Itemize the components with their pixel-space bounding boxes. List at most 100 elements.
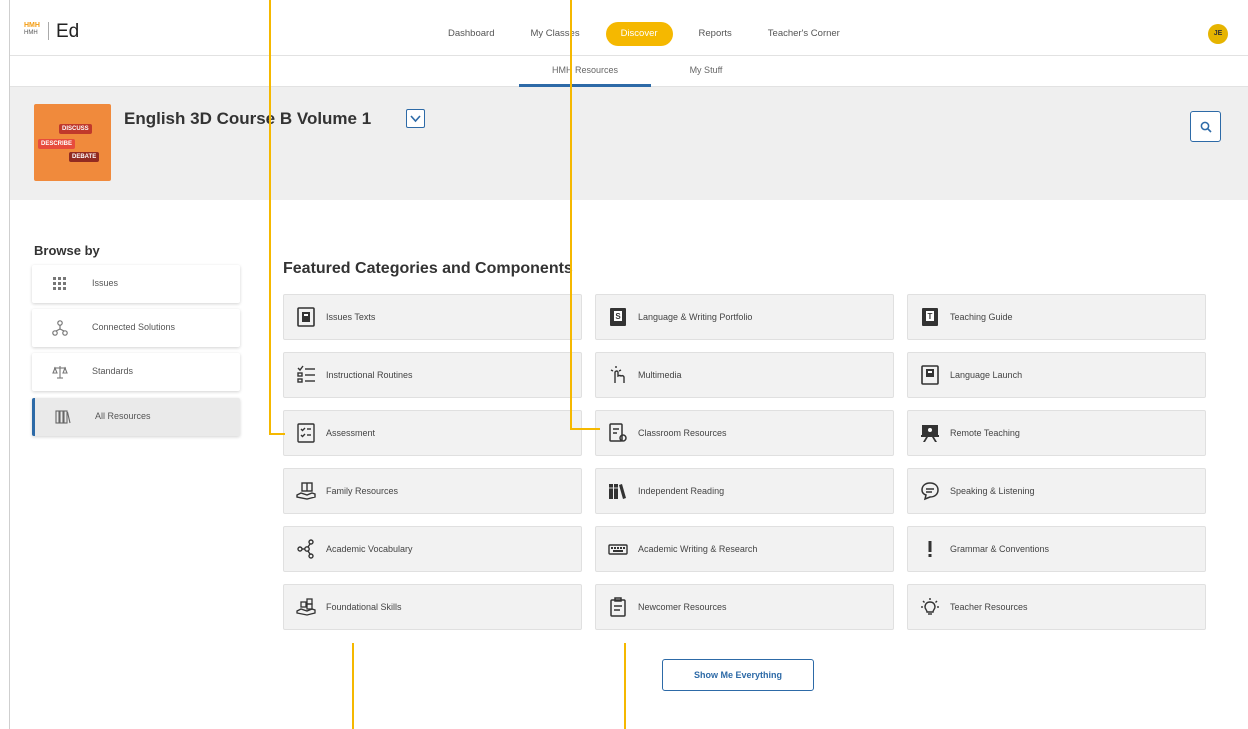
card-label: Issues Texts bbox=[326, 312, 376, 322]
card-label: Family Resources bbox=[326, 486, 399, 496]
speech-bubble-icon bbox=[921, 482, 939, 501]
app-title: Ed bbox=[56, 21, 80, 42]
cover-tag-describe: DESCRIBE bbox=[38, 139, 76, 149]
search-button[interactable] bbox=[1190, 111, 1221, 142]
sidebar-item-standards[interactable]: Standards bbox=[32, 353, 240, 391]
lightbulb-icon bbox=[921, 598, 939, 615]
svg-text:S: S bbox=[615, 312, 621, 321]
card-label: Teaching Guide bbox=[950, 312, 1013, 322]
card-label: Independent Reading bbox=[638, 486, 725, 496]
card-label: Assessment bbox=[326, 428, 376, 438]
touch-icon bbox=[610, 366, 625, 383]
keyboard-icon bbox=[608, 544, 628, 555]
program-banner: DISCUSS DESCRIBE DEBATE English 3D Cours… bbox=[10, 87, 1248, 200]
callout-line-foundational bbox=[352, 643, 354, 729]
grid-icon bbox=[53, 277, 66, 290]
user-avatar[interactable]: JE bbox=[1208, 24, 1228, 44]
vocabulary-network-icon bbox=[297, 539, 314, 559]
top-navigation: HMH HMH Ed Dashboard My Classes Discover… bbox=[10, 0, 1248, 56]
card-speaking-listening[interactable]: Speaking & Listening bbox=[907, 468, 1206, 514]
card-academic-vocabulary[interactable]: Academic Vocabulary bbox=[283, 526, 582, 572]
card-classroom-resources[interactable]: Classroom Resources bbox=[595, 410, 894, 456]
card-family-resources[interactable]: Family Resources bbox=[283, 468, 582, 514]
books-icon bbox=[55, 410, 71, 424]
family-icon bbox=[296, 482, 316, 500]
card-label: Language & Writing Portfolio bbox=[638, 312, 753, 322]
launch-book-icon bbox=[921, 365, 939, 385]
show-me-everything-button[interactable]: Show Me Everything bbox=[662, 659, 814, 691]
card-newcomer-resources[interactable]: Newcomer Resources bbox=[595, 584, 894, 630]
svg-text:T: T bbox=[928, 312, 933, 321]
card-label: Foundational Skills bbox=[326, 602, 402, 612]
abc-blocks-icon bbox=[296, 598, 316, 616]
main-nav: Dashboard My Classes Discover Reports Te… bbox=[430, 22, 858, 46]
app-frame: HMH HMH Ed Dashboard My Classes Discover… bbox=[9, 0, 1248, 729]
portfolio-book-icon: S bbox=[610, 308, 626, 326]
card-label: Language Launch bbox=[950, 370, 1023, 380]
book-cover-image: DISCUSS DESCRIBE DEBATE bbox=[34, 104, 111, 181]
hmh-logo[interactable]: HMH HMH bbox=[24, 22, 44, 38]
callout-line-assessment-horizontal bbox=[269, 433, 285, 435]
cover-tag-debate: DEBATE bbox=[69, 152, 100, 162]
nav-teachers-corner[interactable]: Teacher's Corner bbox=[750, 22, 858, 46]
sidebar-item-issues[interactable]: Issues bbox=[32, 265, 240, 303]
card-language-launch[interactable]: Language Launch bbox=[907, 352, 1206, 398]
sub-navigation: HMH Resources My Stuff bbox=[10, 56, 1248, 87]
featured-categories-title: Featured Categories and Components bbox=[283, 260, 573, 277]
logo-bottom-text: HMH bbox=[24, 30, 38, 36]
nav-discover[interactable]: Discover bbox=[605, 22, 673, 46]
cover-tag-discuss: DISCUSS bbox=[59, 124, 92, 134]
chevron-down-icon bbox=[410, 115, 421, 123]
tab-hmh-resources[interactable]: HMH Resources bbox=[519, 56, 651, 87]
callout-line-classroom-horizontal bbox=[570, 428, 600, 430]
search-icon bbox=[1200, 121, 1212, 133]
program-dropdown-button[interactable] bbox=[406, 109, 425, 128]
card-teaching-guide[interactable]: T Teaching Guide bbox=[907, 294, 1206, 340]
card-grammar-conventions[interactable]: Grammar & Conventions bbox=[907, 526, 1206, 572]
classroom-resources-icon bbox=[609, 423, 627, 442]
card-multimedia[interactable]: Multimedia bbox=[595, 352, 894, 398]
card-label: Classroom Resources bbox=[638, 428, 727, 438]
card-label: Instructional Routines bbox=[326, 370, 413, 380]
remote-teaching-icon bbox=[921, 425, 939, 442]
card-instructional-routines[interactable]: Instructional Routines bbox=[283, 352, 582, 398]
sidebar-item-connected-solutions[interactable]: Connected Solutions bbox=[32, 309, 240, 347]
sidebar-item-label: All Resources bbox=[95, 411, 151, 421]
card-label: Speaking & Listening bbox=[950, 486, 1035, 496]
card-assessment[interactable]: Assessment bbox=[283, 410, 582, 456]
browse-by-title: Browse by bbox=[34, 243, 100, 258]
nav-dashboard[interactable]: Dashboard bbox=[430, 22, 512, 46]
card-label: Remote Teaching bbox=[950, 428, 1020, 438]
sidebar-item-all-resources[interactable]: All Resources bbox=[32, 398, 240, 436]
nav-my-classes[interactable]: My Classes bbox=[512, 22, 597, 46]
card-label: Academic Writing & Research bbox=[638, 544, 758, 554]
book-title: English 3D Course B Volume 1 bbox=[124, 109, 372, 128]
teaching-guide-icon: T bbox=[922, 308, 938, 326]
card-foundational-skills[interactable]: Foundational Skills bbox=[283, 584, 582, 630]
logo-divider bbox=[48, 22, 49, 40]
card-label: Teacher Resources bbox=[950, 602, 1028, 612]
card-teacher-resources[interactable]: Teacher Resources bbox=[907, 584, 1206, 630]
card-label: Grammar & Conventions bbox=[950, 544, 1050, 554]
card-academic-writing-research[interactable]: Academic Writing & Research bbox=[595, 526, 894, 572]
network-icon bbox=[52, 320, 68, 336]
card-language-writing-portfolio[interactable]: S Language & Writing Portfolio bbox=[595, 294, 894, 340]
scales-icon bbox=[52, 366, 68, 379]
assessment-icon bbox=[297, 423, 315, 443]
card-label: Newcomer Resources bbox=[638, 602, 727, 612]
clipboard-icon bbox=[610, 597, 626, 617]
card-remote-teaching[interactable]: Remote Teaching bbox=[907, 410, 1206, 456]
card-independent-reading[interactable]: Independent Reading bbox=[595, 468, 894, 514]
tab-my-stuff[interactable]: My Stuff bbox=[670, 56, 742, 87]
sidebar-item-label: Issues bbox=[92, 278, 119, 288]
card-issues-texts[interactable]: Issues Texts bbox=[283, 294, 582, 340]
callout-line-newcomer bbox=[624, 643, 626, 729]
callout-line-classroom-vertical bbox=[570, 0, 572, 430]
sidebar-item-label: Standards bbox=[92, 366, 134, 376]
exclamation-icon bbox=[928, 541, 932, 557]
logo-top-text: HMH bbox=[24, 22, 40, 29]
bookshelf-icon bbox=[609, 484, 626, 499]
card-label: Academic Vocabulary bbox=[326, 544, 413, 554]
callout-line-assessment-vertical bbox=[269, 0, 271, 435]
nav-reports[interactable]: Reports bbox=[681, 22, 750, 46]
